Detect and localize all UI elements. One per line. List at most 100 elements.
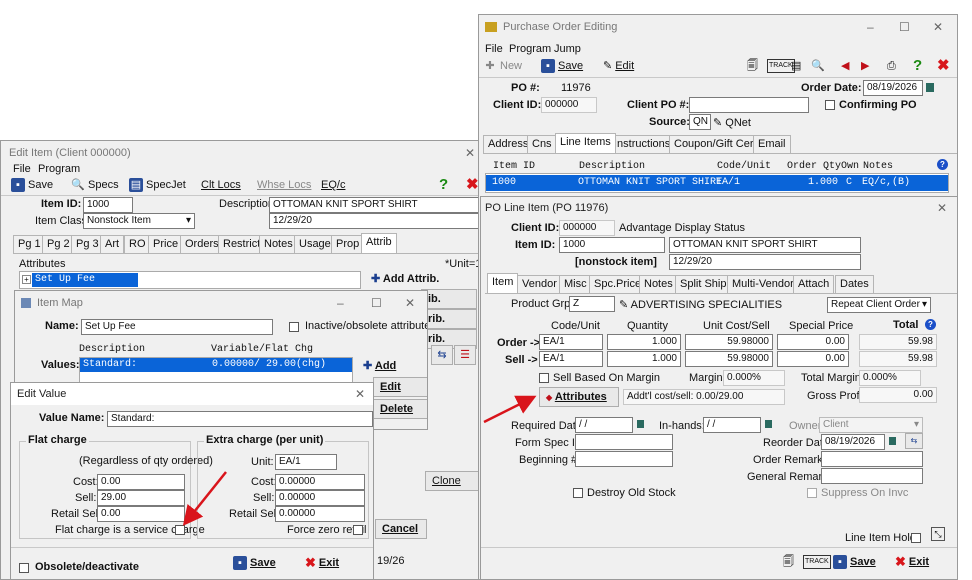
unit-field[interactable]: EA/1 <box>275 454 337 470</box>
maximize-icon[interactable]: ☐ <box>899 15 910 39</box>
close-icon[interactable]: ✕ <box>355 383 365 405</box>
value-row-standard[interactable]: Standard: 0.00000/ 29.00(chg) <box>80 358 352 372</box>
extra-retail-field[interactable]: 0.00000 <box>275 506 365 522</box>
edit-value-button[interactable]: Edit <box>373 377 427 397</box>
calendar-icon[interactable] <box>889 437 896 445</box>
close-icon[interactable]: ✕ <box>465 141 475 165</box>
product-grp-field[interactable]: Z <box>569 296 615 312</box>
destroy-checkbox[interactable] <box>573 488 583 498</box>
reorder-side-button[interactable]: ⇆ <box>905 433 923 449</box>
menu-jump[interactable]: Jump <box>554 43 581 55</box>
extra-sell-field[interactable]: 0.00000 <box>275 490 365 506</box>
flat-sell-field[interactable]: 29.00 <box>97 490 185 506</box>
clt-locs-button[interactable]: Clt Locs <box>201 175 241 195</box>
service-charge-checkbox[interactable] <box>175 525 185 535</box>
order-date-field[interactable]: 08/19/2026 <box>863 80 923 96</box>
description-field[interactable]: OTTOMAN KNIT SPORT SHIRT <box>269 197 483 213</box>
tab-usage[interactable]: Usage <box>294 235 336 253</box>
whse-locs-button[interactable]: Whse Locs <box>257 175 311 195</box>
exit-x-icon[interactable]: ✖ <box>466 175 479 195</box>
tab-notes[interactable]: Notes <box>259 235 298 253</box>
tab-line-items[interactable]: Line Items <box>555 133 616 153</box>
delete-value-button[interactable]: Delete <box>373 399 427 419</box>
attribute-row-setup-fee[interactable]: Set Up Fee <box>32 273 138 287</box>
line-description-field[interactable]: OTTOMAN KNIT SPORT SHIRT <box>669 237 861 253</box>
list-side-button[interactable]: ☰ <box>454 345 476 365</box>
attributes-button[interactable]: ◆ Attributes <box>539 387 619 407</box>
inactive-checkbox[interactable] <box>289 322 299 332</box>
order-unit-field[interactable]: EA/1 <box>539 334 603 350</box>
calendar-icon[interactable] <box>637 420 644 428</box>
add-value-button[interactable]: ✚ Add <box>357 357 427 377</box>
help-icon[interactable]: ? <box>439 175 448 195</box>
sell-based-checkbox[interactable] <box>539 373 549 383</box>
po-edit-button[interactable]: ✎ Edit <box>603 56 634 76</box>
owner-select[interactable]: Client ▾ <box>819 417 923 433</box>
sell-cost-field[interactable]: 59.98000 <box>685 351 773 367</box>
tab-vendor[interactable]: Vendor <box>517 275 562 293</box>
tab-spc-price[interactable]: Spc.Price <box>589 275 647 293</box>
tab-dates[interactable]: Dates <box>835 275 874 293</box>
resize-icon[interactable]: ⤡ <box>931 527 945 541</box>
attrib-side-button-2[interactable]: rib. <box>421 309 477 329</box>
help-icon[interactable]: ? <box>913 56 922 76</box>
tab-attrib[interactable]: Attrib <box>361 233 397 253</box>
close-icon[interactable]: ✕ <box>937 197 947 219</box>
tab-multi-vendor[interactable]: Multi-Vendor <box>727 275 799 293</box>
menu-file[interactable]: File <box>485 43 503 55</box>
required-date-field[interactable]: / / <box>575 417 633 433</box>
info-icon[interactable]: ? <box>937 159 948 170</box>
calendar-icon[interactable] <box>765 420 772 428</box>
menu-program[interactable]: Program <box>509 43 551 55</box>
line-save-button[interactable]: ▪ Save <box>833 552 876 572</box>
tab-art[interactable]: Art <box>100 235 125 253</box>
document-icon[interactable]: ▤ <box>791 56 801 76</box>
save-button[interactable]: ▪ Save <box>11 175 53 195</box>
flat-retail-field[interactable]: 0.00 <box>97 506 185 522</box>
arrow-left-icon[interactable]: ◀ <box>841 56 849 76</box>
inhands-field[interactable]: / / <box>703 417 761 433</box>
item-class-select[interactable]: Nonstock Item ▾ <box>83 213 195 229</box>
info-icon[interactable]: ? <box>925 319 936 330</box>
tab-pg3[interactable]: Pg 3 <box>71 235 104 253</box>
flat-cost-field[interactable]: 0.00 <box>97 474 185 490</box>
item-map-side-button[interactable]: ⇆ <box>431 345 453 365</box>
exit-x-icon[interactable]: ✖ <box>937 56 950 76</box>
track-button[interactable]: TRACK <box>803 552 831 572</box>
close-icon[interactable]: ✕ <box>405 291 415 315</box>
eq-button[interactable]: EQ/c <box>321 175 345 195</box>
extra-cost-field[interactable]: 0.00000 <box>275 474 365 490</box>
item-id-field[interactable]: 1000 <box>83 197 133 213</box>
tab-address[interactable]: Address <box>483 135 534 153</box>
menu-program[interactable]: Program <box>38 163 80 175</box>
copy-icon[interactable]: 🗐 <box>747 56 758 76</box>
tab-prop[interactable]: Prop <box>331 235 365 253</box>
line-client-id-field[interactable]: 000000 <box>559 220 615 236</box>
tab-cns[interactable]: Cns <box>527 135 557 153</box>
general-remarks-field[interactable] <box>821 468 923 484</box>
cancel-button[interactable]: Cancel <box>375 519 427 539</box>
client-po-field[interactable] <box>689 97 809 113</box>
force-zero-checkbox[interactable] <box>353 525 363 535</box>
tab-price[interactable]: Price <box>148 235 184 253</box>
tab-notes[interactable]: Notes <box>639 275 678 293</box>
new-button[interactable]: ✚ New <box>483 56 522 76</box>
tab-item[interactable]: Item <box>487 273 519 293</box>
tab-split-ship[interactable]: Split Ship <box>675 275 732 293</box>
table-row[interactable]: 1000 OTTOMAN KNIT SPORT SHIRT EA/1 1.000… <box>486 175 948 191</box>
po-save-button[interactable]: ▪ Save <box>541 56 583 76</box>
order-qty-field[interactable]: 1.000 <box>607 334 681 350</box>
repeat-select[interactable]: Repeat Client Order ▾ <box>827 297 931 313</box>
tab-instructions[interactable]: Instructions <box>609 135 676 153</box>
specjet-button[interactable]: ▤ SpecJet <box>129 175 186 195</box>
tab-pg1[interactable]: Pg 1 <box>13 235 46 253</box>
client-id-field[interactable]: 000000 <box>541 97 597 113</box>
tab-email[interactable]: Email <box>753 135 791 153</box>
value-exit-button[interactable]: ✖ Exit <box>305 553 339 573</box>
close-icon[interactable]: ✕ <box>933 15 943 39</box>
sell-unit-field[interactable]: EA/1 <box>539 351 603 367</box>
sell-special-field[interactable]: 0.00 <box>777 351 849 367</box>
confirming-checkbox[interactable] <box>825 100 835 110</box>
minimize-icon[interactable]: – <box>337 291 344 315</box>
menu-file[interactable]: File <box>13 163 31 175</box>
